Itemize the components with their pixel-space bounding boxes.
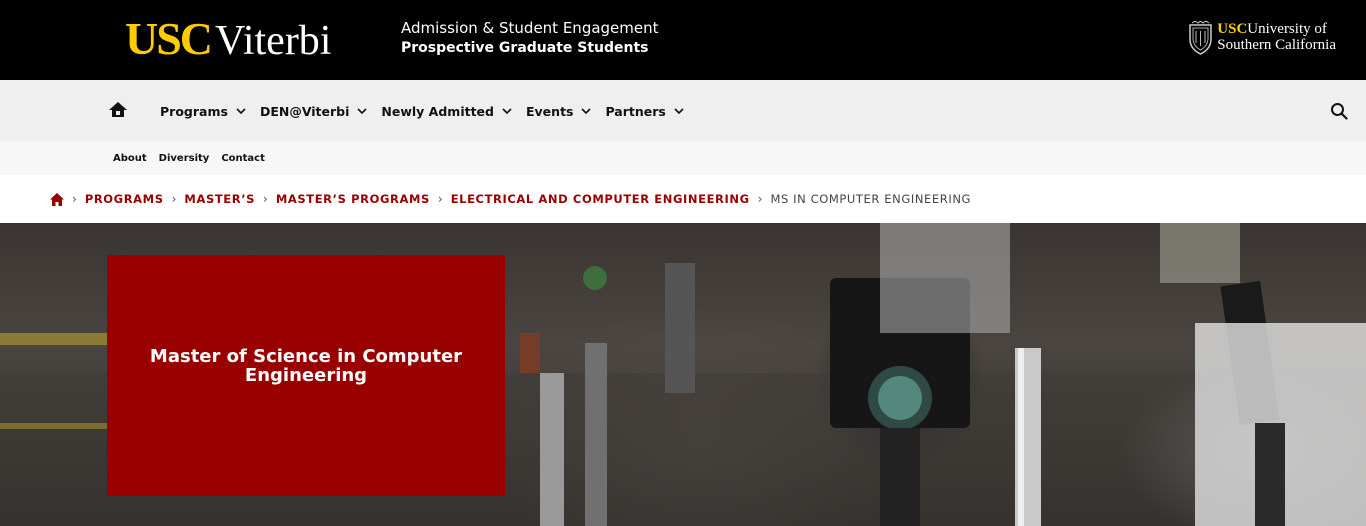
- department-subtitle: Prospective Graduate Students: [401, 40, 649, 56]
- nav-item-label: Events: [526, 103, 574, 119]
- utility-link-contact[interactable]: Contact: [221, 153, 265, 164]
- usc-seal-icon: [1189, 21, 1213, 55]
- logo-viterbi: Viterbi: [215, 18, 332, 64]
- department-name: Admission & Student Engagement: [401, 19, 659, 37]
- nav-menu: Programs DEN@Viterbi Newly Admitted Even…: [160, 80, 698, 142]
- usc-viterbi-logo[interactable]: USC Viterbi: [125, 10, 331, 68]
- chevron-down-icon: [357, 107, 367, 114]
- hero-title-card: Master of Science in Computer Engineerin…: [107, 255, 505, 496]
- nav-item-label: Partners: [605, 103, 666, 119]
- chevron-down-icon: [674, 107, 684, 114]
- breadcrumb-masters-programs[interactable]: MASTER’S PROGRAMS: [276, 192, 430, 206]
- utility-link-diversity[interactable]: Diversity: [159, 153, 210, 164]
- chevron-right-icon: ›: [171, 192, 177, 206]
- site-header: USC Viterbi Admission & Student Engageme…: [0, 0, 1366, 80]
- utility-nav: About Diversity Contact: [0, 142, 1366, 175]
- chevron-down-icon: [581, 107, 592, 114]
- univ-line1: University of: [1247, 21, 1327, 37]
- usc-university-logo[interactable]: USCUniversity of Southern California: [1188, 21, 1336, 55]
- breadcrumb-home-icon[interactable]: [50, 192, 64, 206]
- chevron-right-icon: ›: [437, 192, 443, 206]
- univ-usc: USC: [1217, 21, 1248, 37]
- breadcrumb-programs[interactable]: PROGRAMS: [85, 192, 164, 206]
- nav-item-den-viterbi[interactable]: DEN@Viterbi: [260, 104, 367, 119]
- logo-usc: USC: [125, 13, 213, 64]
- breadcrumb-current: MS IN COMPUTER ENGINEERING: [770, 192, 972, 206]
- home-icon[interactable]: [108, 100, 128, 120]
- chevron-down-icon: [236, 107, 246, 114]
- nav-item-partners[interactable]: Partners: [605, 103, 684, 119]
- univ-line2: Southern California: [1217, 37, 1336, 53]
- department-title[interactable]: Admission & Student Engagement Prospecti…: [401, 18, 659, 58]
- university-name: USCUniversity of Southern California: [1217, 21, 1336, 53]
- nav-item-newly-admitted[interactable]: Newly Admitted: [381, 104, 512, 119]
- nav-item-label: Newly Admitted: [381, 103, 494, 119]
- hero-banner: Master of Science in Computer Engineerin…: [0, 223, 1366, 526]
- chevron-right-icon: ›: [757, 192, 763, 206]
- breadcrumb-ece[interactable]: ELECTRICAL AND COMPUTER ENGINEERING: [451, 192, 750, 206]
- nav-item-label: DEN@Viterbi: [259, 103, 350, 119]
- nav-item-programs[interactable]: Programs: [160, 104, 246, 119]
- nav-item-label: Programs: [160, 103, 228, 119]
- page-title: Master of Science in Computer Engineerin…: [149, 345, 463, 386]
- utility-links: About Diversity Contact: [113, 142, 277, 175]
- breadcrumb: › PROGRAMS › MASTER’S › MASTER’S PROGRAM…: [0, 175, 1366, 223]
- utility-link-about[interactable]: About: [113, 153, 147, 164]
- search-icon[interactable]: [1330, 102, 1348, 120]
- chevron-down-icon: [502, 107, 512, 114]
- main-nav: Programs DEN@Viterbi Newly Admitted Even…: [0, 80, 1366, 142]
- breadcrumb-masters[interactable]: MASTER’S: [184, 192, 255, 206]
- nav-item-events[interactable]: Events: [526, 103, 592, 119]
- chevron-right-icon: ›: [72, 192, 77, 206]
- chevron-right-icon: ›: [263, 192, 268, 206]
